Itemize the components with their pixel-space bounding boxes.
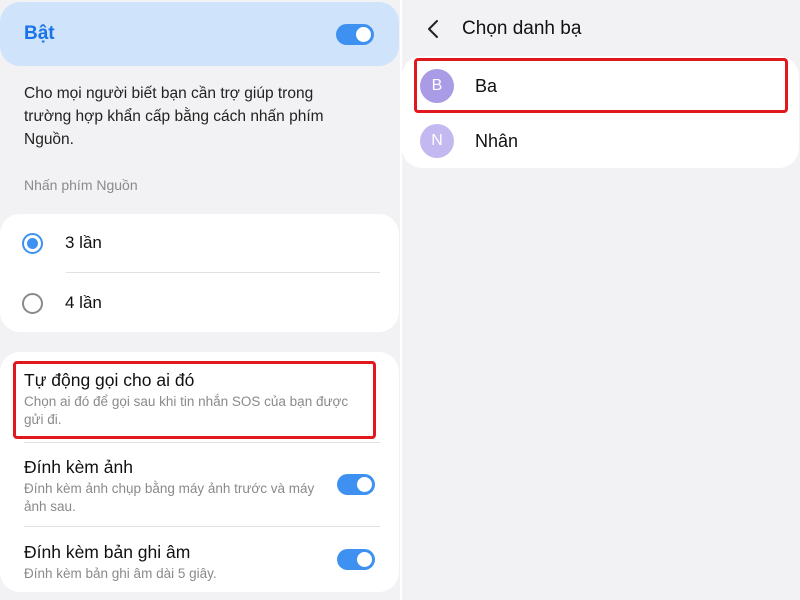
page-title: Chọn danh bạ [462, 18, 582, 39]
master-toggle[interactable] [336, 23, 374, 45]
contact-list: B Ba N Nhân [402, 56, 799, 168]
radio-option-3-times[interactable]: 3 lần [0, 214, 399, 272]
avatar: N [420, 124, 454, 158]
sos-options-card: Tự động gọi cho ai đó Chọn ai đó để gọi … [0, 352, 399, 592]
radio-option-label: 4 lần [65, 293, 102, 312]
radio-unchecked-icon[interactable] [22, 292, 43, 314]
radio-checked-icon[interactable] [22, 232, 43, 254]
radio-option-4-times[interactable]: 4 lần [0, 274, 399, 332]
toggle-knob [356, 26, 371, 42]
avatar: B [420, 69, 454, 103]
option-title: Đính kèm bản ghi âm [24, 542, 191, 562]
option-subtitle: Chọn ai đó để gọi sau khi tin nhắn SOS c… [24, 394, 349, 427]
toggle-knob [357, 477, 372, 492]
press-section-title: Nhấn phím Nguồn [24, 177, 138, 193]
contact-item-nhan[interactable]: N Nhân [402, 113, 799, 169]
master-switch-bar[interactable]: Bật [0, 2, 399, 66]
press-count-card: 3 lần 4 lần [0, 214, 399, 332]
row-divider [66, 272, 380, 273]
row-divider [24, 526, 380, 527]
option-title: Đính kèm ảnh [24, 457, 133, 477]
sos-description: Cho mọi người biết bạn cần trợ giúp tron… [24, 85, 324, 148]
option-subtitle: Đính kèm ảnh chụp bằng máy ảnh trước và … [24, 481, 315, 514]
contact-item-ba[interactable]: B Ba [402, 58, 799, 114]
master-switch-label: Bật [24, 23, 55, 44]
attach-photo-option[interactable]: Đính kèm ảnh Đính kèm ảnh chụp bằng máy … [24, 456, 324, 516]
contact-name: Ba [475, 75, 498, 96]
attach-audio-toggle[interactable] [337, 549, 375, 570]
option-title: Tự động gọi cho ai đó [24, 370, 195, 390]
row-divider [24, 442, 380, 443]
option-subtitle: Đính kèm bản ghi âm dài 5 giây. [24, 566, 217, 581]
contact-name: Nhân [475, 130, 519, 151]
auto-call-option[interactable]: Tự động gọi cho ai đó Chọn ai đó để gọi … [24, 369, 354, 429]
choose-contact-panel: Chọn danh bạ B Ba N Nhân [402, 0, 800, 600]
chevron-left-icon[interactable] [422, 18, 444, 40]
attach-audio-option[interactable]: Đính kèm bản ghi âm Đính kèm bản ghi âm … [24, 541, 324, 583]
radio-option-label: 3 lần [65, 233, 102, 252]
sos-settings-panel: Bật Cho mọi người biết bạn cần trợ giúp … [0, 0, 400, 600]
toggle-knob [357, 552, 372, 567]
contact-topbar: Chọn danh bạ [402, 0, 800, 58]
attach-photo-toggle[interactable] [337, 474, 375, 495]
